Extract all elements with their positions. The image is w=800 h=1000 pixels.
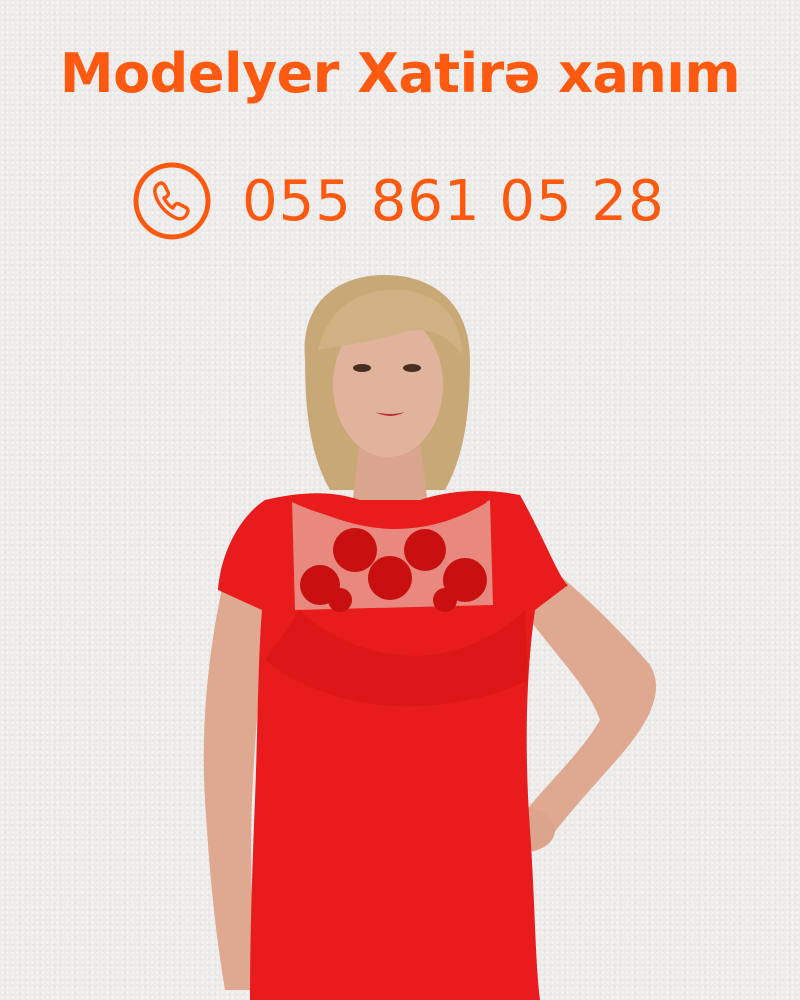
phone-number[interactable]: 055 861 05 28 bbox=[242, 169, 665, 234]
woman-in-red-dress-photo bbox=[0, 260, 800, 1000]
page-title: Modelyer Xatirə xanım bbox=[59, 42, 741, 105]
phone-contact[interactable]: 055 861 05 28 bbox=[132, 158, 665, 244]
phone-icon bbox=[132, 161, 212, 241]
